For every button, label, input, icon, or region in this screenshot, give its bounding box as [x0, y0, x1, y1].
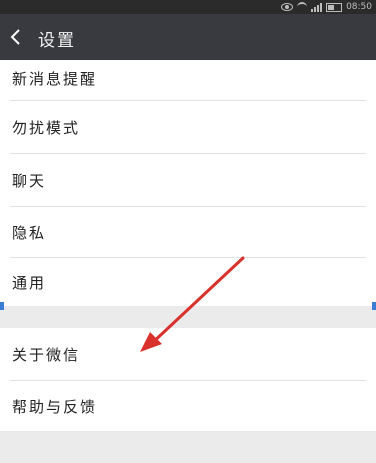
- settings-item-about-wechat[interactable]: 关于微信: [0, 328, 376, 380]
- edge-marker: [0, 302, 4, 310]
- signal-icon: [311, 2, 323, 12]
- eye-icon: [281, 3, 294, 11]
- status-icons: 08:50: [281, 1, 372, 13]
- wifi-icon: [297, 2, 308, 12]
- section-separator: [0, 306, 376, 328]
- settings-item-general[interactable]: 通用: [0, 258, 376, 306]
- settings-item-help-feedback[interactable]: 帮助与反馈: [0, 381, 376, 431]
- chevron-left-icon[interactable]: [6, 27, 26, 47]
- settings-item-label: 通用: [12, 274, 47, 292]
- battery-icon: [326, 2, 343, 12]
- section-separator: [0, 431, 376, 463]
- status-bar: 08:50: [0, 0, 376, 14]
- settings-item-label: 关于微信: [12, 346, 81, 364]
- page-title: 设置: [38, 31, 76, 51]
- settings-item-label: 帮助与反馈: [12, 398, 98, 416]
- settings-item-new-message-alerts[interactable]: 新消息提醒: [0, 60, 376, 100]
- edge-marker: [372, 302, 376, 310]
- settings-item-do-not-disturb[interactable]: 勿扰模式: [0, 101, 376, 153]
- title-bar: 设置: [0, 14, 376, 60]
- status-time: 08:50: [346, 2, 372, 12]
- settings-item-privacy[interactable]: 隐私: [0, 207, 376, 257]
- settings-item-label: 新消息提醒: [12, 70, 98, 88]
- settings-item-label: 隐私: [12, 224, 47, 242]
- settings-item-chat[interactable]: 聊天: [0, 154, 376, 206]
- settings-item-label: 聊天: [12, 172, 47, 190]
- settings-item-label: 勿扰模式: [12, 119, 81, 137]
